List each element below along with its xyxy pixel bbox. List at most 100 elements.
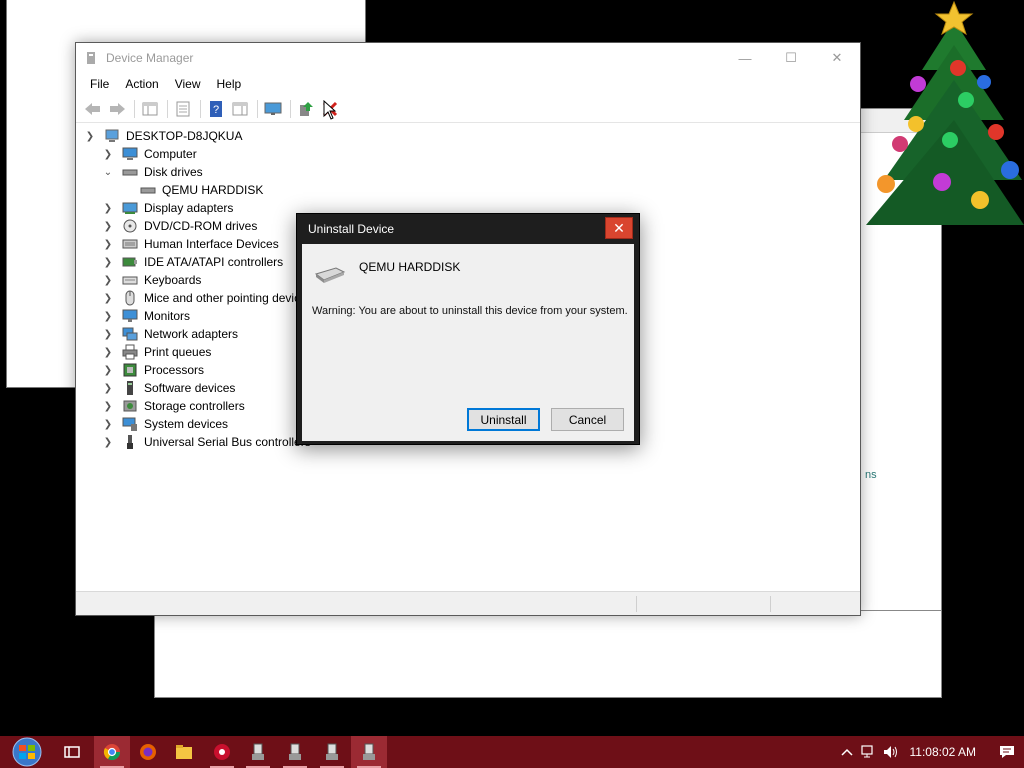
- firefox-icon: [140, 744, 156, 760]
- toolbar-separator: [200, 99, 201, 118]
- action-pane-button[interactable]: [229, 98, 251, 120]
- chevron-down-icon[interactable]: ❯: [84, 127, 96, 145]
- chevron-right-icon[interactable]: ❯: [102, 415, 114, 433]
- action-center-button[interactable]: [990, 736, 1024, 768]
- start-button[interactable]: [6, 737, 48, 767]
- tree-item-disk-drives[interactable]: ⌄ Disk drives: [102, 163, 203, 181]
- update-driver-icon: [300, 101, 313, 116]
- tree-root[interactable]: ❯ DESKTOP-D8JQKUA: [84, 127, 243, 145]
- menu-help[interactable]: Help: [209, 73, 250, 95]
- chevron-right-icon[interactable]: ❯: [102, 235, 114, 253]
- tree-item-label: Software devices: [144, 381, 236, 395]
- task-view-button[interactable]: [54, 736, 90, 768]
- tree-item-monitors[interactable]: ❯ Monitors: [102, 307, 190, 325]
- taskbar-device-manager-2[interactable]: [277, 736, 313, 768]
- window-title: Device Manager: [106, 51, 194, 65]
- tree-item-computer[interactable]: ❯ Computer: [102, 145, 197, 163]
- chevron-right-icon[interactable]: ❯: [102, 361, 114, 379]
- toolbar: ?: [76, 95, 860, 123]
- chevron-up-icon: [840, 748, 853, 756]
- maximize-button[interactable]: ☐: [768, 43, 814, 73]
- back-button[interactable]: [82, 98, 104, 120]
- forward-button[interactable]: [106, 98, 128, 120]
- menu-view[interactable]: View: [167, 73, 209, 95]
- scan-hardware-button[interactable]: [262, 98, 284, 120]
- app-icon: [214, 744, 230, 760]
- taskbar-chrome[interactable]: [94, 736, 130, 768]
- tree-item-usb-controllers[interactable]: ❯ Universal Serial Bus controllers: [102, 433, 311, 451]
- show-hidden-icons-button[interactable]: [836, 736, 858, 768]
- taskbar-file-explorer[interactable]: [166, 736, 202, 768]
- chevron-right-icon[interactable]: ❯: [102, 325, 114, 343]
- volume-tray-button[interactable]: [880, 736, 902, 768]
- taskbar-app[interactable]: [204, 736, 240, 768]
- tree-item-label: Network adapters: [144, 327, 239, 341]
- dialog-body: QEMU HARDDISK Warning: You are about to …: [302, 244, 634, 441]
- taskbar-clock[interactable]: 11:08:02 AM: [902, 745, 991, 759]
- dialog-titlebar[interactable]: Uninstall Device: [297, 214, 639, 244]
- chevron-right-icon[interactable]: ❯: [102, 253, 114, 271]
- close-button[interactable]: ✕: [814, 43, 860, 73]
- network-icon: [860, 745, 873, 758]
- task-view-icon: [64, 746, 80, 758]
- chevron-right-icon[interactable]: ❯: [102, 145, 114, 163]
- uninstall-button[interactable]: Uninstall: [467, 408, 540, 431]
- tree-item-processors[interactable]: ❯ Processors: [102, 361, 204, 379]
- system-tray: 11:08:02 AM: [836, 736, 1024, 768]
- tree-item-label: Disk drives: [144, 165, 203, 179]
- chevron-right-icon[interactable]: ❯: [102, 433, 114, 451]
- device-manager-icon: [326, 743, 338, 760]
- usb-icon: [127, 435, 133, 449]
- status-bar: [76, 591, 860, 615]
- minimize-button[interactable]: —: [722, 43, 768, 73]
- show-hide-console-tree-button[interactable]: [139, 98, 161, 120]
- tree-item-storage-controllers[interactable]: ❯ Storage controllers: [102, 397, 245, 415]
- menu-file[interactable]: File: [82, 73, 117, 95]
- printer-icon: [122, 344, 138, 360]
- taskbar-firefox[interactable]: [130, 736, 166, 768]
- help-button[interactable]: ?: [205, 98, 227, 120]
- chevron-right-icon[interactable]: ❯: [102, 343, 114, 361]
- background-window-bottom[interactable]: [154, 610, 942, 698]
- background-window-text: ns: [865, 469, 877, 481]
- tree-item-software-devices[interactable]: ❯ Software devices: [102, 379, 235, 397]
- cancel-button[interactable]: Cancel: [551, 408, 624, 431]
- tree-item-ide-controllers[interactable]: ❯ IDE ATA/ATAPI controllers: [102, 253, 283, 271]
- dialog-close-button[interactable]: ✕: [605, 217, 633, 239]
- notification-icon: [1000, 746, 1014, 758]
- tree-item-network-adapters[interactable]: ❯ Network adapters: [102, 325, 238, 343]
- help-icon: ?: [210, 100, 222, 117]
- properties-button[interactable]: [172, 98, 194, 120]
- tree-item-mice[interactable]: ❯ Mice and other pointing devices: [102, 289, 313, 307]
- taskbar-device-manager-4[interactable]: [351, 736, 387, 768]
- chevron-right-icon[interactable]: ❯: [102, 307, 114, 325]
- chevron-right-icon[interactable]: ❯: [102, 217, 114, 235]
- chevron-right-icon[interactable]: ❯: [102, 379, 114, 397]
- taskbar-device-manager-1[interactable]: [240, 736, 276, 768]
- uninstall-device-dialog[interactable]: Uninstall Device ✕ QEMU HARDDISK Warning…: [296, 213, 640, 445]
- menu-action[interactable]: Action: [117, 73, 166, 95]
- chevron-right-icon[interactable]: ❯: [102, 289, 114, 307]
- taskbar: 11:08:02 AM: [0, 736, 1024, 768]
- chevron-right-icon[interactable]: ❯: [102, 271, 114, 289]
- processor-icon: [123, 363, 137, 377]
- toolbar-separator: [257, 99, 258, 118]
- tree-item-qemu-harddisk[interactable]: QEMU HARDDISK: [140, 181, 263, 199]
- tree-item-system-devices[interactable]: ❯ System devices: [102, 415, 228, 433]
- chevron-right-icon[interactable]: ❯: [102, 397, 114, 415]
- storage-controller-icon: [123, 400, 137, 412]
- hid-icon: [122, 239, 138, 249]
- chevron-down-icon[interactable]: ⌄: [102, 163, 114, 181]
- device-manager-titlebar[interactable]: Device Manager — ☐ ✕: [76, 43, 860, 73]
- tree-item-print-queues[interactable]: ❯ Print queues: [102, 343, 211, 361]
- tree-item-display-adapters[interactable]: ❯ Display adapters: [102, 199, 234, 217]
- chevron-right-icon[interactable]: ❯: [102, 199, 114, 217]
- taskbar-device-manager-3[interactable]: [314, 736, 350, 768]
- tree-item-dvd-drives[interactable]: ❯ DVD/CD-ROM drives: [102, 217, 258, 235]
- tree-item-label: Storage controllers: [144, 399, 245, 413]
- update-driver-button[interactable]: [295, 98, 317, 120]
- tree-item-human-interface-devices[interactable]: ❯ Human Interface Devices: [102, 235, 279, 253]
- tree-item-keyboards[interactable]: ❯ Keyboards: [102, 271, 202, 289]
- network-tray-button[interactable]: [858, 736, 880, 768]
- device-manager-icon: [363, 743, 375, 760]
